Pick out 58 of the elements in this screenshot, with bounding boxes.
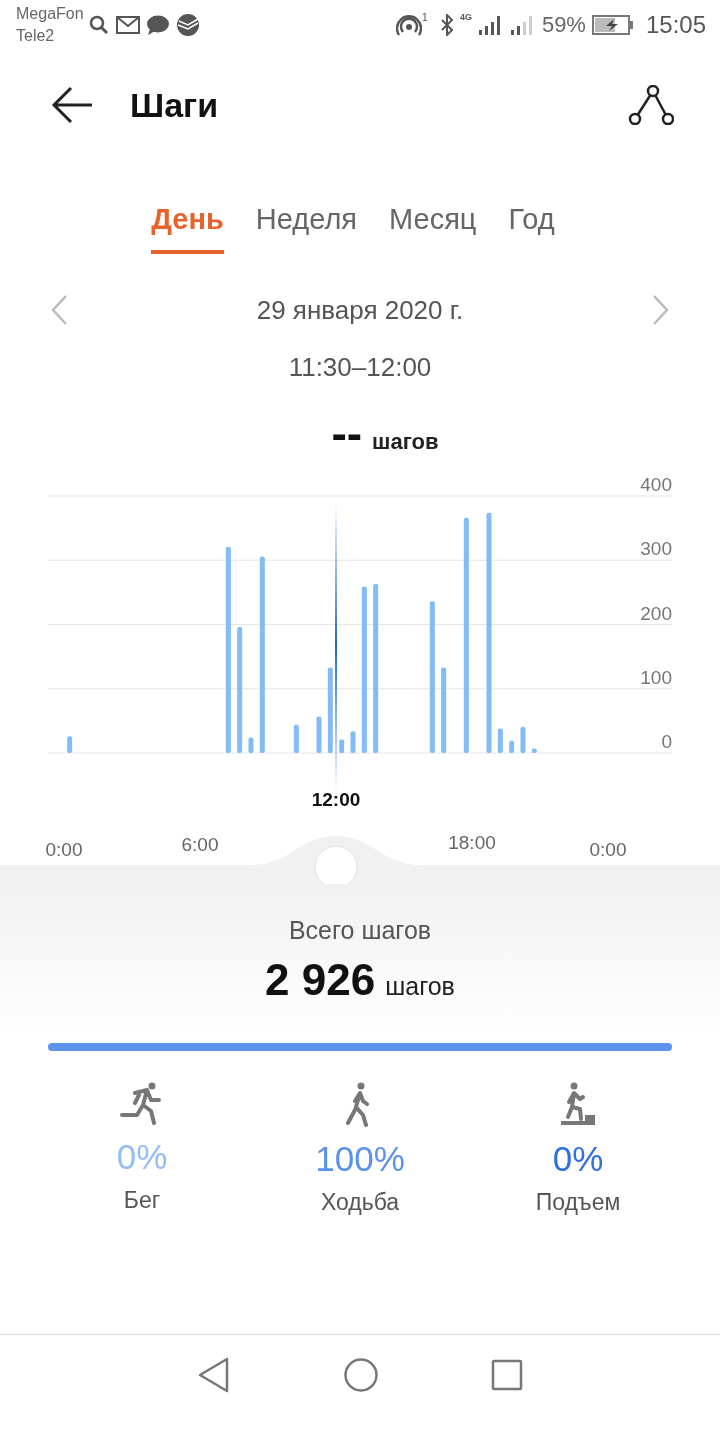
sim-number-label: 1 xyxy=(421,11,428,23)
step-unit: шагов xyxy=(372,429,439,455)
axis-tick-label: 100 xyxy=(640,666,672,688)
total-label: Всего шагов xyxy=(287,916,433,945)
selected-time-label: 12:00 xyxy=(311,789,361,810)
stair-climber-icon xyxy=(559,1081,597,1127)
mail-icon xyxy=(115,16,140,34)
step-bar xyxy=(531,748,537,753)
carrier-name: Tele2 xyxy=(16,26,56,46)
activity-label: Ходьба xyxy=(320,1189,400,1216)
total-steps: 2 926 xyxy=(265,955,376,1005)
bank-logo-icon xyxy=(175,13,200,37)
axis-tick-label: 0:00 xyxy=(589,839,627,860)
back-button[interactable] xyxy=(50,85,94,125)
axis-tick-label: 400 xyxy=(640,474,672,495)
page-title: Шаги xyxy=(130,85,220,125)
step-bar xyxy=(520,726,526,753)
axis-tick-label: 200 xyxy=(640,602,672,624)
clock-time: 15:05 xyxy=(645,11,706,39)
step-bar xyxy=(339,739,345,753)
step-bar xyxy=(497,728,503,753)
step-bar xyxy=(248,737,254,753)
axis-tick-label: 6:00 xyxy=(181,834,219,855)
activity-label: Подъем xyxy=(535,1189,621,1216)
step-bar xyxy=(67,736,73,753)
period-tab[interactable]: Год xyxy=(508,198,555,254)
step-unit: шагов xyxy=(385,972,455,1001)
slider-handle[interactable] xyxy=(314,845,358,884)
hotspot-icon xyxy=(395,13,422,37)
step-bar xyxy=(509,740,515,753)
date-label: 29 января 2020 г. xyxy=(256,294,464,326)
back-nav-button[interactable] xyxy=(197,1356,231,1393)
step-bar xyxy=(316,716,322,753)
time-interval: 11:30–12:00 xyxy=(287,352,433,383)
axis-tick-label: 300 xyxy=(640,538,672,560)
period-tab[interactable]: Неделя xyxy=(255,198,357,254)
recents-nav-button[interactable] xyxy=(491,1358,523,1391)
step-bar xyxy=(350,731,356,753)
home-nav-button[interactable] xyxy=(343,1356,379,1393)
step-bar xyxy=(293,724,299,753)
activity-label: Бег xyxy=(123,1187,161,1214)
activity-percent: 0% xyxy=(552,1139,604,1179)
network-type: 4G xyxy=(459,12,472,22)
carrier-name: MegaFon xyxy=(16,4,84,24)
axis-tick-label: 18:00 xyxy=(448,832,496,853)
activity-percent: 100% xyxy=(315,1139,405,1179)
chat-bubble-icon xyxy=(145,14,170,36)
period-tab[interactable]: Месяц xyxy=(389,198,477,254)
route-button[interactable] xyxy=(628,85,674,125)
battery-charging-icon xyxy=(591,15,634,35)
axis-tick-label: 0 xyxy=(661,731,672,752)
period-tab[interactable]: День xyxy=(151,198,224,254)
battery-percent: 59% xyxy=(541,12,586,38)
step-count: -- xyxy=(331,413,363,453)
activity-percent: 0% xyxy=(116,1137,168,1177)
search-icon xyxy=(87,14,110,36)
bluetooth-icon xyxy=(439,14,454,36)
axis-tick-label: 0:00 xyxy=(45,839,83,860)
